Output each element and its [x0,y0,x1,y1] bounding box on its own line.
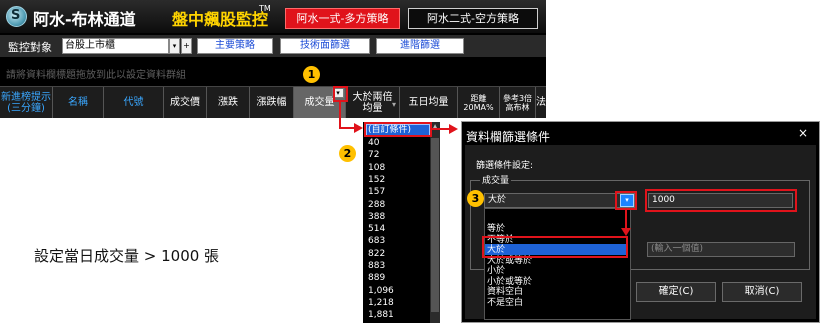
condition-option[interactable]: 資料空白 [487,287,523,297]
highlight-volume-dropdown [333,86,348,102]
strategy-tab-short[interactable]: 阿水二式-空方策略 [408,8,538,29]
step-badge-2: 2 [339,145,356,162]
connector-line-1a [339,102,341,129]
col-ref-bb[interactable]: 參考3倍 高布林 [500,87,536,118]
col-ma5-volume[interactable]: 五日均量 [400,87,458,118]
condition-option[interactable]: 等於 [487,224,505,234]
value-list-item[interactable]: 152 [368,175,385,185]
col-price[interactable]: 成交價 [164,87,207,118]
nav-advanced-filter[interactable]: 進階篩選 [376,38,464,54]
col-new-signal[interactable]: 新進榜提示 (三分鐘) [0,87,53,118]
value-list-item[interactable]: 388 [368,212,385,222]
value-list-item[interactable]: 288 [368,200,385,210]
group-hint-text: 請將資料欄標題拖放到此以設定資料群組 [6,70,186,81]
col-change[interactable]: 漲跌 [207,87,250,118]
condition-option[interactable]: 不是空白 [487,298,523,308]
field-name-label: 成交量 [480,173,512,186]
value-list-item[interactable]: 822 [368,249,385,259]
condition-option[interactable]: 小於 [487,266,505,276]
col-method[interactable]: 法 [536,87,546,118]
nav-main-strategy[interactable]: 主要策略 [197,38,273,54]
filter-settings-label: 篩選條件設定: [476,161,534,171]
value-list-item[interactable]: 883 [368,261,385,271]
close-icon[interactable]: × [798,126,808,140]
app-subtitle: 盤中飆股監控 [172,10,269,29]
highlight-greater-than-option [482,236,628,258]
step-badge-1: 1 [303,66,320,83]
highlight-custom-condition [364,122,432,137]
above-ma-dropdown-icon[interactable]: ▾ [392,100,396,109]
market-select[interactable]: 台股上市櫃 [62,38,169,54]
dialog-title: 資料欄篩選條件 [466,130,551,144]
second-value-input[interactable]: (輸入一個值) [647,242,795,257]
arrow-to-dialog-icon [449,124,458,134]
value-list-item[interactable]: 514 [368,224,385,234]
cancel-button[interactable]: 取消(C) [722,282,802,302]
value-list-item[interactable]: 1,096 [368,286,394,296]
value-list-item[interactable]: 683 [368,236,385,246]
condition-option[interactable]: 小於或等於 [487,277,532,287]
instruction-caption: 設定當日成交量 > 1000 張 [34,247,220,265]
strategy-tab-long[interactable]: 阿水一式-多方策略 [285,8,400,29]
trademark-label: TM [259,4,271,13]
step-badge-3: 3 [467,190,484,207]
market-add-button[interactable]: + [181,38,192,54]
app-title: 阿水-布林通道 [33,10,136,29]
value-list-scroll-thumb[interactable] [431,138,439,312]
arrow-to-option-icon [621,228,631,236]
market-dropdown-icon[interactable]: ▾ [169,38,180,54]
nav-technical-filter[interactable]: 技術面篩選 [280,38,370,54]
highlight-condition-dropdown [615,191,637,210]
value-list-item[interactable]: 40 [368,138,379,148]
value-list-item[interactable]: 157 [368,187,385,197]
col-change-pct[interactable]: 漲跌幅 [250,87,294,118]
value-list-item[interactable]: 1,881 [368,310,394,320]
value-list-item[interactable]: 889 [368,273,385,283]
monitor-target-label: 監控對象 [8,41,52,54]
col-code[interactable]: 代號 [104,87,164,118]
connector-line-3 [625,210,627,230]
highlight-value-input [645,189,797,212]
condition-select[interactable]: 大於 [484,193,635,208]
app-logo-icon: S [6,6,27,27]
col-name[interactable]: 名稱 [53,87,104,118]
logo-glyph: S [11,8,21,23]
ok-button[interactable]: 確定(C) [636,282,716,302]
value-list-item[interactable]: 72 [368,150,379,160]
arrow-to-list-icon [354,123,363,133]
value-list-item[interactable]: 1,218 [368,298,394,308]
col-distance[interactable]: 距離 20MA% [458,87,500,118]
value-list-item[interactable]: 108 [368,163,385,173]
